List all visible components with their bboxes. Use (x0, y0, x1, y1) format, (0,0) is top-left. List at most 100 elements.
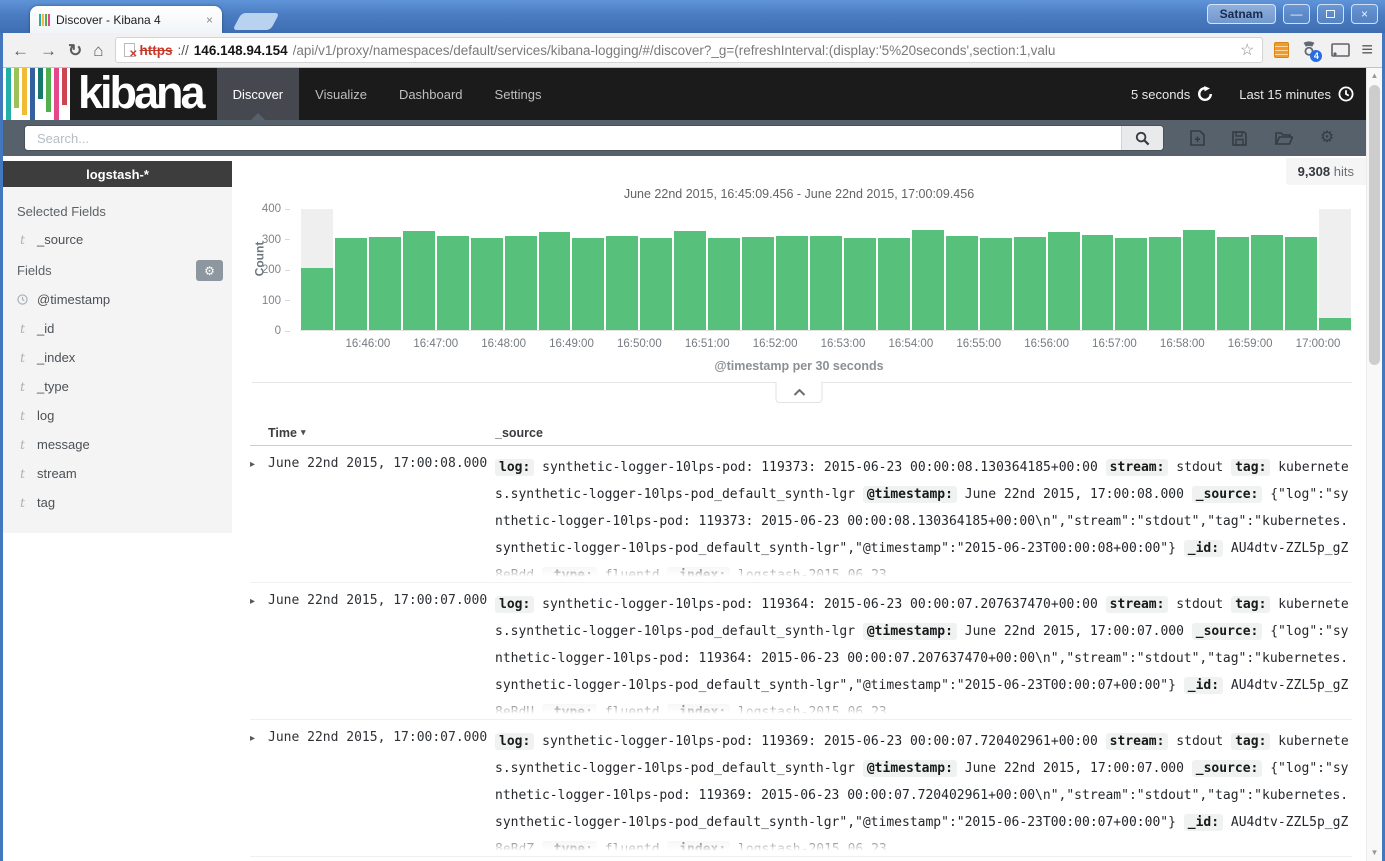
extension-icon-phone[interactable]: 4 (1300, 40, 1320, 60)
y-tick-label: 400 (262, 203, 290, 215)
scroll-down-icon[interactable]: ▼ (1367, 845, 1382, 861)
x-tick-label: 16:46:00 (345, 338, 390, 350)
histogram-bar[interactable] (946, 236, 978, 330)
time-column-header[interactable]: Time ▾ (250, 426, 495, 440)
page-scrollbar[interactable]: ▲ ▼ (1366, 68, 1382, 861)
expand-caret-icon[interactable]: ▸ (250, 591, 268, 719)
histogram-bar[interactable] (505, 236, 537, 330)
histogram-bar[interactable] (912, 230, 944, 330)
doc-row[interactable]: ▸June 22nd 2015, 17:00:07.000log: synthe… (250, 720, 1352, 857)
settings-gear-icon[interactable]: ⚙ (1320, 130, 1334, 146)
scrollbar-thumb[interactable] (1369, 85, 1380, 365)
field-item-log[interactable]: tlog (3, 401, 232, 430)
expand-caret-icon[interactable]: ▸ (250, 454, 268, 582)
x-tick-label: 16:56:00 (1024, 338, 1069, 350)
histogram-bar[interactable] (1217, 237, 1249, 330)
nav-item-visualize[interactable]: Visualize (299, 68, 383, 120)
field-item-tag[interactable]: ttag (3, 488, 232, 517)
field-item-_source[interactable]: t_source (3, 225, 232, 254)
histogram-bar[interactable] (471, 238, 503, 330)
minimize-button[interactable]: — (1283, 4, 1310, 24)
histogram-bar[interactable] (369, 237, 401, 330)
histogram-bar[interactable] (810, 236, 842, 330)
index-pattern-selector[interactable]: logstash-* (3, 161, 232, 187)
histogram-bar[interactable] (437, 236, 469, 330)
x-tick-label: 16:55:00 (956, 338, 1001, 350)
x-tick-label: 16:50:00 (617, 338, 662, 350)
histogram-bar[interactable] (776, 236, 808, 330)
field-badge: _type: (542, 841, 597, 854)
kibana-logo[interactable]: kibana (3, 68, 217, 120)
field-settings-gear-icon[interactable]: ⚙ (196, 260, 223, 281)
search-bar-row: ⚙ (3, 120, 1382, 156)
doc-row[interactable]: ▸June 22nd 2015, 17:00:07.000log: synthe… (250, 583, 1352, 720)
histogram-bar[interactable] (674, 231, 706, 330)
nav-item-discover[interactable]: Discover (217, 68, 300, 120)
tab-title: Discover - Kibana 4 (56, 13, 200, 27)
histogram-bar[interactable] (1014, 237, 1046, 330)
histogram-bar[interactable] (572, 238, 604, 330)
extension-badge: 4 (1310, 50, 1322, 62)
string-field-icon: t (17, 322, 28, 336)
histogram-bar[interactable] (539, 232, 571, 330)
new-search-icon[interactable] (1190, 130, 1205, 146)
field-item-@timestamp[interactable]: @timestamp (3, 285, 232, 314)
histogram-bar[interactable] (742, 237, 774, 330)
field-badge: _id: (1184, 540, 1223, 557)
scroll-up-icon[interactable]: ▲ (1367, 68, 1382, 84)
close-button[interactable]: × (1351, 4, 1378, 24)
field-item-stream[interactable]: tstream (3, 459, 232, 488)
browser-toolbar: ← → ↻ ⌂ https :// 146.148.94.154 /api/v1… (3, 33, 1382, 68)
histogram-bar[interactable] (301, 268, 333, 330)
field-item-_id[interactable]: t _id (3, 314, 232, 343)
field-label: _id (37, 321, 54, 336)
histogram-bar[interactable] (1082, 235, 1114, 330)
extension-icon-orange[interactable] (1274, 42, 1289, 58)
histogram-bar[interactable] (640, 238, 672, 330)
histogram-bar[interactable] (878, 238, 910, 330)
collapse-chart-button[interactable] (776, 382, 823, 403)
field-item-_index[interactable]: t_index (3, 343, 232, 372)
nav-item-dashboard[interactable]: Dashboard (383, 68, 479, 120)
histogram-bar[interactable] (606, 236, 638, 330)
maximize-button[interactable] (1317, 4, 1344, 24)
x-tick-label: 16:57:00 (1092, 338, 1137, 350)
refresh-icon (1197, 86, 1213, 102)
histogram-bar[interactable] (335, 238, 367, 330)
cast-icon[interactable] (1331, 43, 1350, 58)
expand-caret-icon[interactable]: ▸ (250, 728, 268, 856)
home-icon[interactable]: ⌂ (93, 42, 103, 59)
open-icon[interactable] (1275, 131, 1293, 145)
time-picker-control[interactable]: Last 15 minutes (1239, 86, 1354, 102)
histogram-bar[interactable] (1149, 237, 1181, 330)
histogram-bar[interactable] (844, 238, 876, 330)
histogram-bar[interactable] (980, 238, 1012, 330)
nav-item-settings[interactable]: Settings (479, 68, 558, 120)
histogram-bar[interactable] (1183, 230, 1215, 330)
histogram-bar[interactable] (1048, 232, 1080, 330)
histogram-bar[interactable] (1115, 238, 1147, 330)
url-bar[interactable]: https :// 146.148.94.154 /api/v1/proxy/n… (115, 37, 1264, 63)
back-icon[interactable]: ← (12, 42, 29, 59)
menu-icon[interactable]: ≡ (1361, 39, 1373, 62)
histogram-bar[interactable] (1319, 318, 1351, 330)
histogram-bar[interactable] (708, 238, 740, 330)
forward-icon[interactable]: → (40, 42, 57, 59)
refresh-interval-control[interactable]: 5 seconds (1131, 86, 1213, 102)
histogram-bar[interactable] (1251, 235, 1283, 330)
new-tab-button[interactable] (232, 13, 279, 30)
save-icon[interactable] (1232, 131, 1247, 146)
tab-close-icon[interactable]: × (206, 13, 213, 27)
field-item-_type[interactable]: t_type (3, 372, 232, 401)
bookmark-star-icon[interactable]: ☆ (1240, 40, 1254, 60)
reload-icon[interactable]: ↻ (68, 42, 82, 59)
insecure-page-icon[interactable] (124, 43, 135, 57)
histogram-bar[interactable] (1285, 237, 1317, 330)
histogram-bar[interactable] (403, 231, 435, 330)
browser-tab[interactable]: Discover - Kibana 4 × (30, 6, 222, 33)
field-item-message[interactable]: tmessage (3, 430, 232, 459)
profile-button[interactable]: Satnam (1207, 4, 1276, 24)
search-button[interactable] (1121, 126, 1163, 150)
doc-row[interactable]: ▸June 22nd 2015, 17:00:08.000log: synthe… (250, 446, 1352, 583)
search-input[interactable] (25, 126, 1121, 150)
